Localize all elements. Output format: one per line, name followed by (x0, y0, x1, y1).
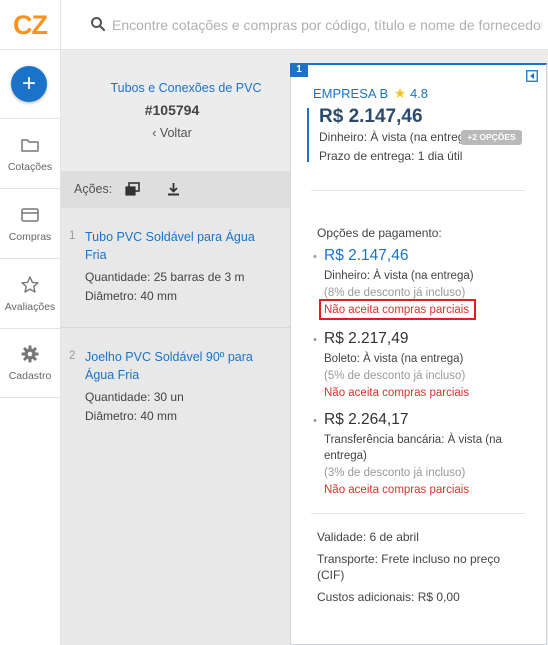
transport: Transporte: Frete incluso no preço (CIF) (317, 552, 500, 582)
sidebar-item-label: Cadastro (8, 370, 52, 382)
sidebar-item-cadastro[interactable]: Cadastro (0, 328, 60, 398)
item-number: 1 (69, 230, 76, 242)
option-discount: (5% de desconto já incluso) (324, 370, 466, 382)
rating-star-icon: ★ (393, 85, 407, 101)
supplier-rating: 4.8 (409, 86, 429, 101)
divider (311, 513, 525, 514)
item-diameter: Diâmetro: 40 mm (85, 289, 178, 303)
selected-indicator (307, 108, 309, 162)
item-number: 2 (69, 350, 76, 362)
option-method: Dinheiro: À vista (na entrega) (324, 270, 474, 282)
option-method: Transferência bancária: À vista (na (324, 434, 502, 446)
quote-panel: Tubos e Conexões de PVC #105794 ‹ Voltar… (61, 50, 290, 645)
option-partial-notice: Não aceita compras parciais (324, 484, 470, 496)
gear-icon (21, 345, 39, 363)
option-price: R$ 2.147,46 (324, 247, 409, 264)
option-method-cont: entrega) (324, 450, 367, 462)
bullet-icon: • (313, 334, 317, 346)
top-bar: CZ (0, 0, 548, 50)
option-price: R$ 2.217,49 (324, 330, 409, 347)
card-icon (21, 207, 39, 222)
collapse-icon[interactable] (526, 70, 538, 82)
bullet-icon: • (313, 415, 317, 427)
proposal-price: R$ 2.147,46 (319, 106, 423, 127)
sidebar-item-label: Avaliações (4, 300, 56, 313)
star-icon (21, 275, 39, 293)
download-icon[interactable] (165, 181, 182, 198)
additional-costs: Custos adicionais: R$ 0,00 (317, 590, 460, 604)
more-options-badge[interactable]: +2 OPÇÕES (461, 130, 522, 145)
bullet-icon: • (313, 251, 317, 263)
quote-header: Tubos e Conexões de PVC #105794 ‹ Voltar (61, 50, 290, 171)
highlight-box (319, 299, 476, 320)
item-title[interactable]: Tubo PVC Soldável para Água Fria (85, 228, 265, 264)
sidebar-item-avaliacoes[interactable]: Avaliações (0, 258, 60, 328)
item-list: 1 Tubo PVC Soldável para Água Fria Quant… (61, 208, 290, 645)
quote-code: #105794 (144, 102, 200, 118)
duplicate-icon[interactable] (124, 181, 141, 198)
sidebar-item-cotacoes[interactable]: Cotações (0, 118, 60, 188)
item-diameter: Diâmetro: 40 mm (85, 409, 178, 423)
actions-bar: Ações: (61, 171, 290, 208)
payment-summary: Dinheiro: À vista (na entrega) (319, 130, 469, 144)
divider (311, 190, 525, 191)
folder-icon (21, 138, 39, 152)
option-price: R$ 2.264,17 (324, 411, 409, 428)
supplier-name[interactable]: EMPRESA B ★ 4.8 (313, 85, 428, 102)
item-title[interactable]: Joelho PVC Soldável 90º para Água Fria (85, 348, 265, 384)
back-link[interactable]: ‹ Voltar (61, 126, 283, 140)
proposal-card: 1 EMPRESA B ★ 4.8 R$ 2.147,46 Dinheiro: … (290, 63, 547, 645)
actions-label: Ações: (74, 182, 113, 196)
item-quantity: Quantidade: 30 un (85, 390, 184, 404)
delivery-time: Prazo de entrega: 1 dia útil (319, 149, 463, 163)
validity: Validade: 6 de abril (317, 530, 419, 544)
sidebar-item-label: Cotações (7, 160, 53, 173)
option-partial-notice: Não aceita compras parciais (324, 387, 470, 399)
sidebar: + Cotações Compras Avaliações Cadastro (0, 50, 61, 645)
add-button[interactable]: + (11, 66, 47, 102)
proposal-rank-badge: 1 (290, 63, 308, 77)
option-method: Boleto: À vista (na entrega) (324, 353, 464, 365)
divider (61, 327, 290, 328)
option-discount: (3% de desconto já incluso) (324, 467, 466, 479)
payment-options-title: Opções de pagamento: (317, 226, 442, 240)
search-icon (91, 17, 106, 32)
item-quantity: Quantidade: 25 barras de 3 m (85, 270, 245, 284)
search-input[interactable] (112, 12, 542, 38)
app-logo[interactable]: CZ (0, 0, 61, 50)
quote-title[interactable]: Tubos e Conexões de PVC (61, 81, 311, 95)
sidebar-item-compras[interactable]: Compras (0, 188, 60, 258)
sidebar-item-label: Compras (8, 230, 52, 243)
